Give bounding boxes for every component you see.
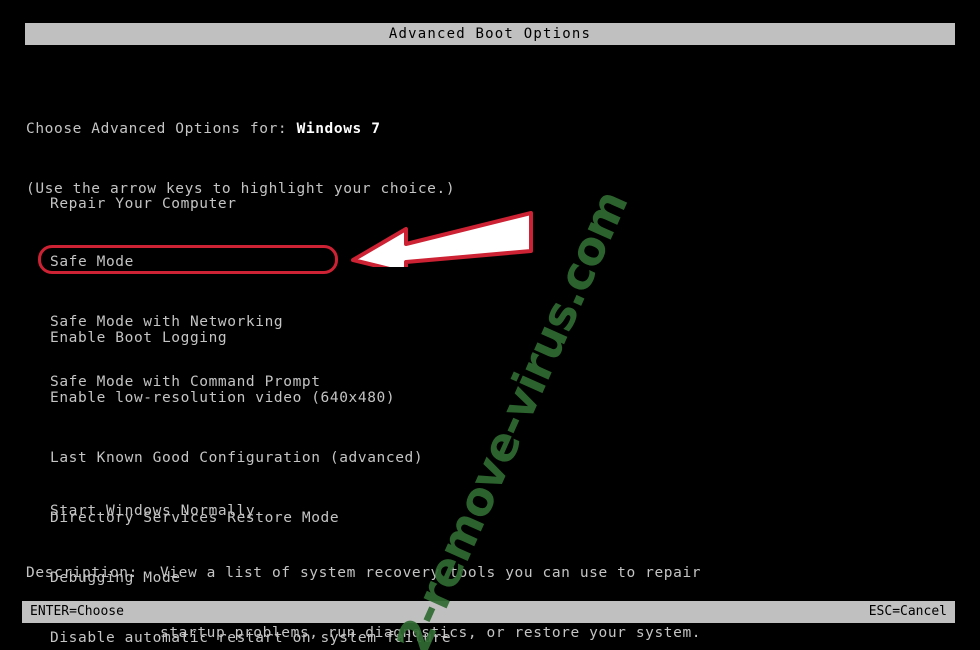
description-line-1: Description: View a list of system recove… xyxy=(26,563,701,583)
menu-item-start-windows-normally[interactable]: Start Windows Normally xyxy=(50,501,255,521)
menu-item-enable-low-resolution-video[interactable]: Enable low-resolution video (640x480) xyxy=(50,388,451,408)
description-label: Description: xyxy=(26,565,138,581)
description-line-2: startup problems, run diagnostics, or re… xyxy=(26,623,701,643)
header-line-os: Choose Advanced Options for: Windows 7 xyxy=(26,119,455,139)
description-block: Description: View a list of system recove… xyxy=(26,523,701,650)
description-text-line-1: View a list of system recovery tools you… xyxy=(160,565,702,581)
window-title-bar: Advanced Boot Options xyxy=(25,23,955,45)
menu-item-safe-mode[interactable]: Safe Mode xyxy=(50,252,321,272)
menu-item-enable-boot-logging[interactable]: Enable Boot Logging xyxy=(50,328,451,348)
description-text-line-2: startup problems, run diagnostics, or re… xyxy=(160,625,702,641)
advanced-boot-options-screen: Advanced Boot Options Choose Advanced Op… xyxy=(0,0,980,650)
left-arrow-annotation xyxy=(351,211,533,267)
footer-enter-action[interactable]: ENTER=Choose xyxy=(30,601,124,623)
header-prompt-label: Choose Advanced Options for: xyxy=(26,121,297,137)
arrow-shape xyxy=(351,211,533,267)
footer-bar: ENTER=Choose ESC=Cancel xyxy=(22,601,955,623)
menu-item-repair-your-computer[interactable]: Repair Your Computer xyxy=(50,194,237,214)
header-os-name: Windows 7 xyxy=(296,121,381,137)
footer-esc-action[interactable]: ESC=Cancel xyxy=(869,601,947,623)
